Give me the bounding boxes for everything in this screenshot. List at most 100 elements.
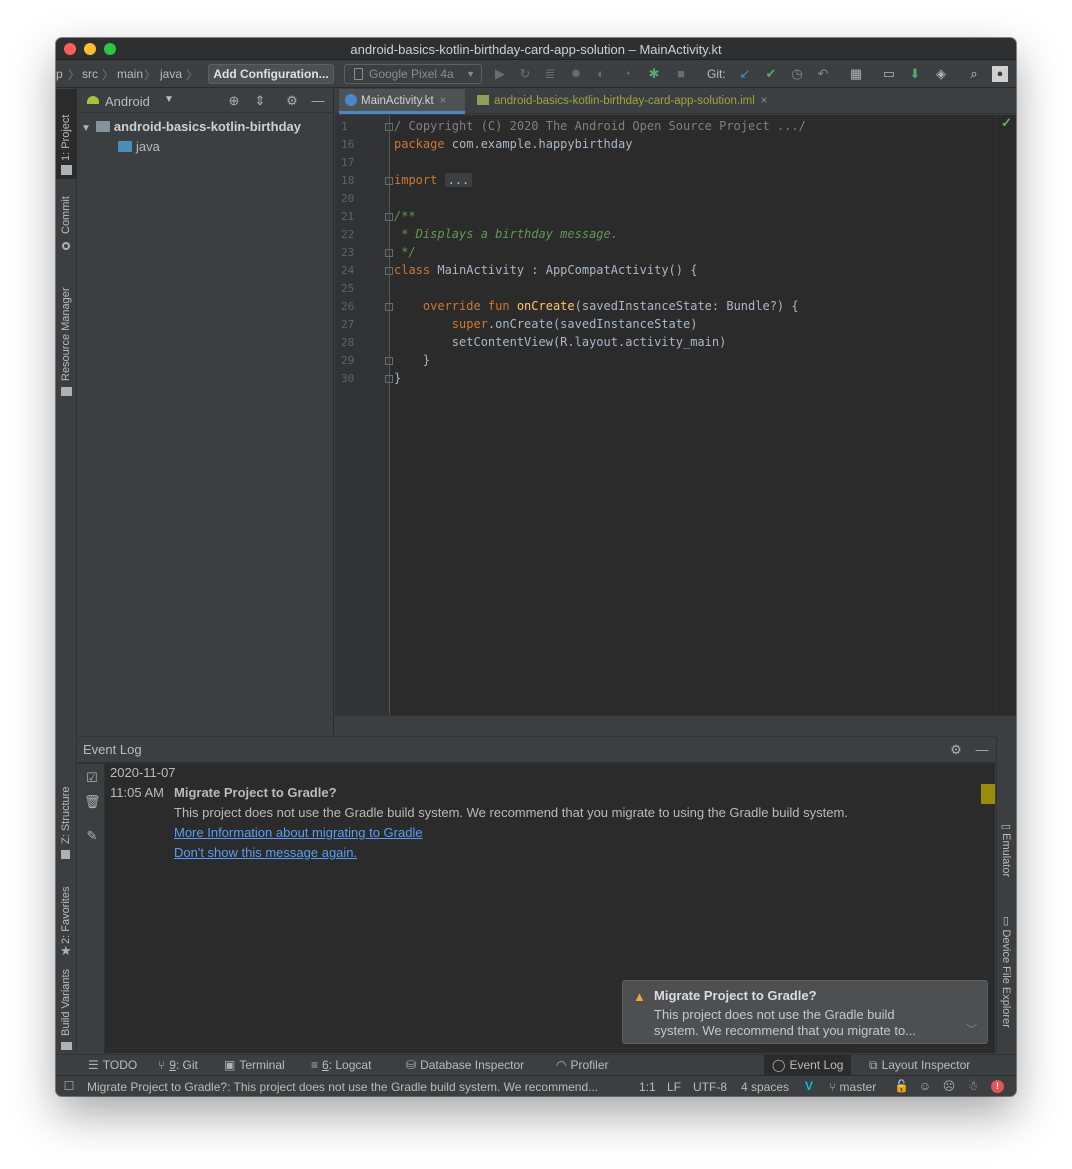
tree-item-java[interactable]: java — [118, 139, 160, 159]
fold-marker[interactable] — [385, 177, 393, 185]
layout-inspector-icon: ⧉ — [869, 1058, 878, 1072]
avd-manager-icon[interactable]: ▭ — [881, 66, 897, 82]
fold-marker[interactable] — [385, 375, 393, 383]
gear-icon[interactable]: ⚙ — [284, 93, 300, 109]
status-branch[interactable]: ⑂ master — [829, 1080, 876, 1094]
debug-icon[interactable]: ✹ — [568, 66, 584, 82]
sync-gradle-icon[interactable]: ◈ — [933, 66, 949, 82]
tab-project[interactable]: 1: Project — [56, 89, 77, 179]
editor-horizontal-scrollbar[interactable] — [335, 715, 1016, 735]
collapse-all-icon[interactable]: ⇕ — [252, 93, 268, 109]
lock-icon[interactable]: 🔓 — [894, 1079, 909, 1093]
apply-code-changes-icon[interactable]: ≣ — [542, 66, 558, 82]
status-indent[interactable]: 4 spaces — [741, 1080, 789, 1094]
tool-terminal-button[interactable]: ▣ Terminal — [224, 1058, 285, 1072]
tab-commit[interactable]: Commit — [56, 184, 77, 259]
fold-marker[interactable] — [385, 267, 393, 275]
chevron-down-icon[interactable]: ▼ — [81, 123, 91, 134]
status-line-separator[interactable]: LF — [667, 1080, 681, 1094]
wrench-icon[interactable]: ✎ — [84, 828, 100, 844]
git-rollback-icon[interactable]: ↶ — [815, 66, 831, 82]
inspection-ok-icon[interactable]: ✓ — [1001, 115, 1012, 131]
tool-logcat-button[interactable]: ≡ 6: Logcat — [311, 1058, 371, 1072]
right-tool-strip: ▯ Emulator ▭ Device File Explorer — [996, 736, 1016, 1053]
run-icon[interactable]: ▶ — [492, 66, 508, 82]
tool-database-inspector-button[interactable]: ⛁ Database Inspector — [406, 1058, 524, 1072]
breadcrumb-java[interactable]: java — [160, 67, 182, 81]
git-history-icon[interactable]: ◷ — [789, 66, 805, 82]
tab-favorites[interactable]: 2: Favorites ★ — [56, 869, 77, 969]
hide-panel-icon[interactable]: — — [310, 93, 326, 109]
close-icon[interactable]: × — [761, 95, 768, 107]
fold-marker[interactable] — [385, 123, 393, 131]
tab-build-variants[interactable]: Build Variants — [56, 969, 77, 1052]
git-commit-icon[interactable]: ✔ — [763, 66, 779, 82]
error-icon[interactable]: ! — [991, 1080, 1004, 1093]
sad-feedback-icon[interactable]: ☹ — [942, 1079, 956, 1093]
kotlin-file-icon — [345, 94, 357, 106]
tool-profiler-button[interactable]: ◠ Profiler — [556, 1058, 609, 1072]
chevron-down-icon[interactable]: ﹀ — [966, 1021, 977, 1037]
coverage-icon[interactable]: ◐ — [593, 66, 609, 82]
tab-iml-file[interactable]: android-basics-kotlin-birthday-card-app-… — [473, 89, 823, 114]
tool-layout-inspector-button[interactable]: ⧉ Layout Inspector — [869, 1058, 970, 1073]
tool-todo-button[interactable]: ☰ TODO — [88, 1058, 137, 1072]
project-structure-icon[interactable]: ▦ — [848, 66, 864, 82]
sdk-manager-icon[interactable]: ⬇ — [907, 66, 923, 82]
status-message[interactable]: Migrate Project to Gradle?: This project… — [87, 1080, 598, 1094]
editor-scrollbar[interactable]: ✓ — [995, 115, 1016, 715]
tool-git-button[interactable]: ⑂ 9: Git — [158, 1058, 198, 1072]
tree-item-root[interactable]: ▼ android-basics-kotlin-birthday — [81, 119, 301, 139]
add-configuration-button[interactable]: Add Configuration... — [208, 64, 334, 84]
attach-debugger-icon[interactable]: ✱ — [646, 66, 662, 82]
device-selector[interactable]: Google Pixel 4a ▼ — [344, 64, 482, 84]
tab-emulator-label: Emulator — [1000, 833, 1012, 878]
breadcrumb-src[interactable]: src — [82, 67, 98, 81]
more-info-link[interactable]: More Information about migrating to Grad… — [174, 825, 423, 840]
toggle-tool-windows-icon[interactable]: ☐ — [62, 1079, 76, 1093]
stop-icon[interactable]: ■ — [673, 66, 689, 82]
line-number: 1 — [341, 120, 348, 133]
code-line: import ... — [394, 173, 473, 187]
search-icon[interactable]: ⌕ — [966, 66, 982, 82]
tab-device-file-explorer[interactable]: ▭ Device File Explorer — [1000, 916, 1013, 1028]
mark-all-read-icon[interactable]: ☑ — [84, 770, 100, 786]
tool-event-log-button[interactable]: ◯ Event Log — [764, 1055, 852, 1075]
inspector-icon[interactable]: ☃ — [966, 1079, 980, 1093]
trash-icon[interactable]: 🗑 — [84, 794, 101, 810]
smile-feedback-icon[interactable]: ☺ — [918, 1079, 932, 1093]
tab-mainactivity[interactable]: MainActivity.kt × — [339, 89, 465, 114]
function-name: onCreate — [509, 299, 575, 313]
tab-resource-manager[interactable]: Resource Manager — [56, 269, 77, 404]
chevron-down-icon[interactable]: ▼ — [164, 94, 174, 105]
fold-marker[interactable] — [385, 249, 393, 257]
notification-balloon[interactable]: ▲ Migrate Project to Gradle? This projec… — [622, 980, 988, 1044]
project-view-selector[interactable]: Android — [105, 94, 150, 109]
vcs-status-icon[interactable]: V — [802, 1079, 816, 1093]
tab-structure[interactable]: Z: Structure — [56, 764, 77, 864]
gear-icon[interactable]: ⚙ — [948, 742, 964, 758]
hide-panel-icon[interactable]: — — [974, 742, 990, 758]
tab-emulator[interactable]: ▯ Emulator — [1000, 824, 1013, 877]
locate-icon[interactable]: ⊕ — [226, 93, 242, 109]
breadcrumb-app[interactable]: p — [56, 67, 63, 81]
fold-marker[interactable] — [385, 357, 393, 365]
user-avatar-icon[interactable]: ● — [992, 66, 1008, 82]
line-number: 23 — [341, 246, 355, 259]
folder-icon — [95, 121, 110, 132]
folded-imports[interactable]: ... — [444, 173, 473, 187]
close-icon[interactable]: × — [440, 95, 447, 107]
dont-show-again-link[interactable]: Don't show this message again. — [174, 845, 357, 860]
profile-icon[interactable]: ◔ — [619, 66, 635, 82]
status-caret-position[interactable]: 1:1 — [639, 1080, 656, 1094]
git-update-icon[interactable]: ↙ — [737, 66, 753, 82]
apply-changes-icon[interactable]: ↻ — [517, 66, 533, 82]
breadcrumb-main[interactable]: main — [117, 67, 143, 81]
branch-icon: ⑂ — [829, 1080, 837, 1094]
status-encoding[interactable]: UTF-8 — [693, 1080, 727, 1094]
fold-marker[interactable] — [385, 213, 393, 221]
error-stripe-marker[interactable] — [981, 784, 995, 804]
folder-icon — [118, 141, 132, 152]
code-editor[interactable]: 1 16 17 18 20 21 22 23 24 25 26 27 28 29… — [335, 115, 1016, 735]
fold-marker[interactable] — [385, 303, 393, 311]
